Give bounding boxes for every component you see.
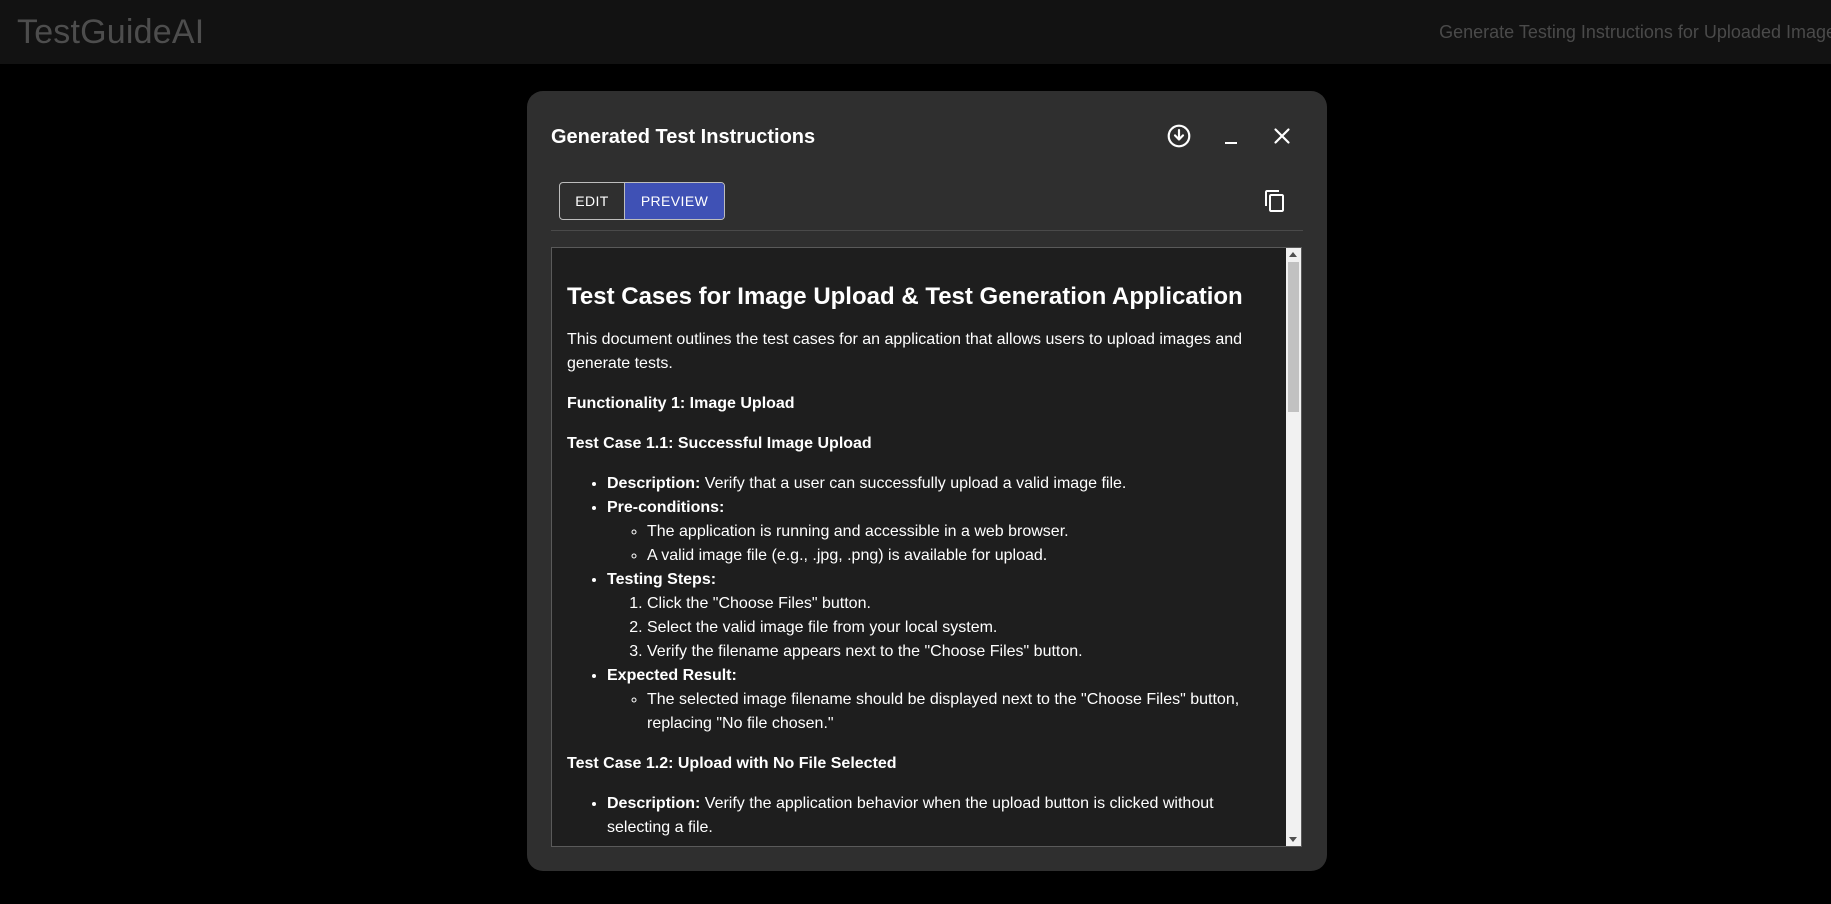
vertical-scrollbar[interactable]: [1286, 248, 1301, 846]
list-item: Description: Verify that a user can succ…: [607, 472, 1272, 496]
test-case-details: Description: Verify that a user can succ…: [567, 472, 1272, 736]
list-item: The application is running and accessibl…: [647, 520, 1272, 544]
tab-edit[interactable]: EDIT: [560, 183, 625, 219]
copy-icon: [1265, 190, 1284, 212]
description-text: Verify that a user can successfully uplo…: [700, 475, 1127, 492]
preview-pane[interactable]: Test Cases for Image Upload & Test Gener…: [551, 247, 1302, 847]
scroll-down-arrow-icon[interactable]: [1289, 837, 1297, 842]
app-title: TestGuideAI: [17, 12, 205, 51]
list-item: Select the valid image file from your lo…: [647, 616, 1272, 640]
list-item: Description: Verify the application beha…: [607, 792, 1272, 840]
copy-button[interactable]: [1255, 181, 1295, 221]
test-case-title: Test Case 1.1: Successful Image Upload: [567, 435, 872, 452]
list-item: Expected Result: The selected image file…: [607, 664, 1272, 736]
functionality-heading: Functionality 1: Image Upload: [567, 395, 795, 412]
list-item: Verify the filename appears next to the …: [647, 640, 1272, 664]
preconditions-label: Pre-conditions:: [607, 499, 725, 516]
dialog-title: Generated Test Instructions: [551, 126, 816, 148]
description-label: Description:: [607, 475, 701, 492]
scrollbar-thumb[interactable]: [1288, 262, 1299, 412]
app-subtitle: Generate Testing Instructions for Upload…: [1439, 21, 1831, 42]
minimize-icon: [1225, 142, 1237, 144]
list-item: Click the "Choose Files" button.: [647, 592, 1272, 616]
close-button[interactable]: [1262, 116, 1302, 156]
list-item: Pre-conditions: The application is runni…: [607, 496, 1272, 568]
scroll-up-arrow-icon[interactable]: [1289, 252, 1297, 257]
preconditions-list: The application is running and accessibl…: [607, 520, 1272, 568]
list-item: A valid image file (e.g., .jpg, .png) is…: [647, 544, 1272, 568]
list-item: The selected image filename should be di…: [647, 688, 1272, 736]
expected-label: Expected Result:: [607, 667, 737, 684]
toolbar-divider: [551, 230, 1303, 231]
expected-list: The selected image filename should be di…: [607, 688, 1272, 736]
minimize-button[interactable]: [1211, 116, 1251, 156]
markdown-preview: Test Cases for Image Upload & Test Gener…: [567, 248, 1272, 846]
list-item: Testing Steps: Click the "Choose Files" …: [607, 568, 1272, 664]
test-instructions-dialog: Generated Test Instructions EDIT PREVIEW…: [527, 91, 1327, 871]
doc-heading: Test Cases for Image Upload & Test Gener…: [567, 283, 1243, 310]
test-case-title: Test Case 1.2: Upload with No File Selec…: [567, 755, 897, 772]
download-button[interactable]: [1159, 116, 1199, 156]
app-bar: TestGuideAI Generate Testing Instruction…: [0, 0, 1831, 64]
doc-intro: This document outlines the test cases fo…: [567, 331, 1243, 372]
steps-list: Click the "Choose Files" button. Select …: [607, 592, 1272, 664]
steps-label: Testing Steps:: [607, 571, 717, 588]
tab-preview[interactable]: PREVIEW: [625, 183, 724, 219]
view-mode-toggle: EDIT PREVIEW: [559, 182, 725, 220]
test-case-details: Description: Verify the application beha…: [567, 792, 1272, 840]
close-icon: [1274, 128, 1290, 144]
description-label: Description:: [607, 795, 701, 812]
download-circle-icon: [1167, 124, 1191, 148]
